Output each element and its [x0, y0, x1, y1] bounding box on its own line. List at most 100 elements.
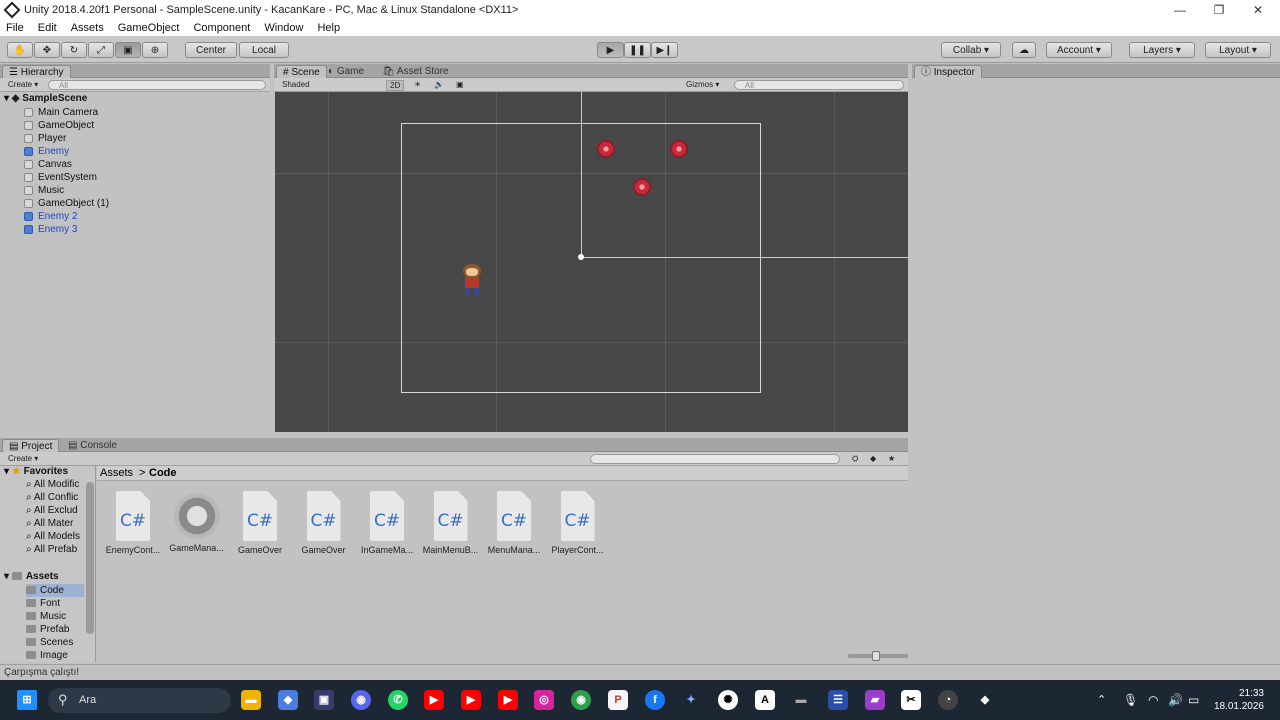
tab-hierarchy[interactable]: ☰ Hierarchy [2, 65, 71, 78]
hierarchy-item[interactable]: Main Camera [24, 106, 98, 119]
filter-label-icon[interactable]: ◆ [870, 454, 876, 463]
pause-button[interactable]: ❚❚ [624, 42, 651, 58]
asset-file[interactable]: C# EnemyCont... [104, 491, 162, 555]
facebook-icon[interactable]: f [645, 690, 665, 710]
microphone-icon[interactable]: 🎙 [1123, 693, 1138, 707]
effects-icon[interactable]: ▣ [456, 80, 464, 89]
maximize-button[interactable]: ❐ [1199, 0, 1239, 20]
favorites-item[interactable]: ⌕ All Exclud [26, 504, 78, 517]
filter-type-icon[interactable]: ⛭ [852, 454, 858, 464]
move-tool-icon[interactable]: ✥ [34, 42, 60, 58]
hierarchy-item[interactable]: Enemy [24, 145, 69, 158]
player-sprite[interactable] [461, 264, 483, 296]
project-search-input[interactable] [590, 454, 840, 464]
cloud-icon[interactable]: ☁ [1012, 42, 1036, 58]
icon-size-slider-thumb[interactable] [872, 651, 880, 661]
asset-file[interactable]: C# GameOver [231, 491, 289, 555]
instagram-icon[interactable]: ◎ [534, 690, 554, 710]
step-button[interactable]: ▶❙ [651, 42, 678, 58]
discord-icon[interactable]: ◉ [351, 690, 371, 710]
shading-dropdown[interactable]: Shaded [282, 80, 310, 89]
asset-folder[interactable]: Font [26, 597, 60, 610]
asset-file[interactable]: C# InGameMa... [358, 491, 416, 555]
asset-file[interactable]: C# MenuMana... [485, 491, 543, 555]
tab-asset-store[interactable]: 🛍 Asset Store [376, 65, 455, 78]
tab-inspector[interactable]: ⓘ Inspector [914, 65, 982, 78]
youtube-icon[interactable]: ▶ [424, 690, 444, 710]
hierarchy-search-input[interactable]: All [48, 80, 266, 90]
hierarchy-item[interactable]: GameObject [24, 119, 94, 132]
gizmos-dropdown[interactable]: Gizmos ▾ [686, 80, 719, 89]
tree-scrollbar[interactable] [86, 482, 94, 634]
scene-viewport[interactable] [275, 92, 908, 432]
asset-folder[interactable]: Image [26, 649, 68, 662]
tab-game[interactable]: ◐ Game [322, 65, 370, 78]
favorites-item[interactable]: ⌕ All Models [26, 530, 80, 543]
asset-file[interactable]: GameMana... [168, 491, 226, 553]
transform-tool-icon[interactable]: ⊕ [142, 42, 168, 58]
clipchamp-icon[interactable]: ▰ [865, 690, 885, 710]
menu-window[interactable]: Window [264, 22, 303, 34]
menu-component[interactable]: Component [193, 22, 250, 34]
menu-edit[interactable]: Edit [38, 22, 57, 34]
play-button[interactable]: ▶ [597, 42, 624, 58]
breadcrumb-code[interactable]: Code [149, 467, 177, 479]
asset-folder[interactable]: Prefab [26, 623, 69, 636]
scene-root[interactable]: ▾ ◈ SampleScene [4, 92, 87, 105]
layout-dropdown[interactable]: Layout ▾ [1205, 42, 1271, 58]
asset-file[interactable]: C# PlayerCont... [549, 491, 607, 555]
enemy-sprite[interactable] [597, 140, 615, 158]
layers-dropdown[interactable]: Layers ▾ [1129, 42, 1195, 58]
font-app-icon[interactable]: A [755, 690, 775, 710]
youtube-2-icon[interactable]: ▶ [461, 690, 481, 710]
file-explorer-icon[interactable]: ▬ [241, 690, 261, 710]
scale-tool-icon[interactable]: ⤢ [88, 42, 114, 58]
capcut-icon[interactable]: ✂ [901, 690, 921, 710]
tab-console[interactable]: ▤ Console [62, 439, 123, 452]
taskbar-clock[interactable]: 21:33 18.01.2026 [1210, 687, 1264, 713]
pivot-local-button[interactable]: Local [239, 42, 289, 58]
minimize-button[interactable]: — [1160, 0, 1200, 20]
asset-folder[interactable]: Music [26, 610, 66, 623]
asset-file[interactable]: C# GameOver [295, 491, 353, 555]
windows-start-icon[interactable]: ⊞ [17, 690, 37, 710]
close-button[interactable]: ✕ [1238, 0, 1278, 20]
battery-icon[interactable]: ▭ [1188, 693, 1199, 707]
enemy-3-sprite[interactable] [633, 178, 651, 196]
chrome-icon[interactable]: ◉ [571, 690, 591, 710]
enemy-2-sprite[interactable] [670, 140, 688, 158]
hierarchy-item[interactable]: GameObject (1) [24, 197, 109, 210]
hierarchy-item[interactable]: Enemy 3 [24, 223, 77, 236]
audio-icon[interactable]: 🔊 [434, 80, 444, 89]
window-app-icon[interactable]: ☰ [828, 690, 848, 710]
tray-chevron-icon[interactable]: ⌃ [1097, 693, 1106, 706]
wifi-icon[interactable]: ◠ [1148, 693, 1158, 707]
breadcrumb-assets[interactable]: Assets [100, 467, 133, 479]
favorite-star-icon[interactable]: ★ [888, 454, 895, 463]
unity-hub-icon[interactable]: ◔ [938, 690, 958, 710]
hierarchy-item[interactable]: Canvas [24, 158, 72, 171]
account-dropdown[interactable]: Account ▾ [1046, 42, 1112, 58]
hierarchy-item[interactable]: Player [24, 132, 66, 145]
menu-gameobject[interactable]: GameObject [118, 22, 180, 34]
favorites-item[interactable]: ⌕ All Conflic [26, 491, 78, 504]
collab-button[interactable]: Collab ▾ [941, 42, 1001, 58]
taskbar-search[interactable]: ⚲ Ara [48, 688, 231, 713]
rotate-tool-icon[interactable]: ↻ [61, 42, 87, 58]
hierarchy-create-button[interactable]: Create ▾ [8, 80, 38, 89]
menu-file[interactable]: File [6, 22, 24, 34]
powerpoint-icon[interactable]: P [608, 690, 628, 710]
favorites-item[interactable]: ⌕ All Modific [26, 478, 79, 491]
menu-assets[interactable]: Assets [71, 22, 104, 34]
hierarchy-item[interactable]: Enemy 2 [24, 210, 77, 223]
vpn-icon[interactable]: ▬ [791, 690, 811, 710]
asset-file[interactable]: C# MainMenuB... [422, 491, 480, 555]
asset-folder[interactable]: Code [26, 584, 84, 597]
icon-size-slider[interactable] [848, 651, 908, 661]
favorites-item[interactable]: ⌕ All Prefab [26, 543, 77, 556]
assets-header[interactable]: ▾ Assets [4, 570, 59, 583]
tab-project[interactable]: ▤ Project [2, 439, 60, 452]
tab-scene[interactable]: # Scene [276, 65, 327, 78]
mode-2d-toggle[interactable]: 2D [386, 80, 405, 91]
gemini-icon[interactable]: ✦ [681, 690, 701, 710]
